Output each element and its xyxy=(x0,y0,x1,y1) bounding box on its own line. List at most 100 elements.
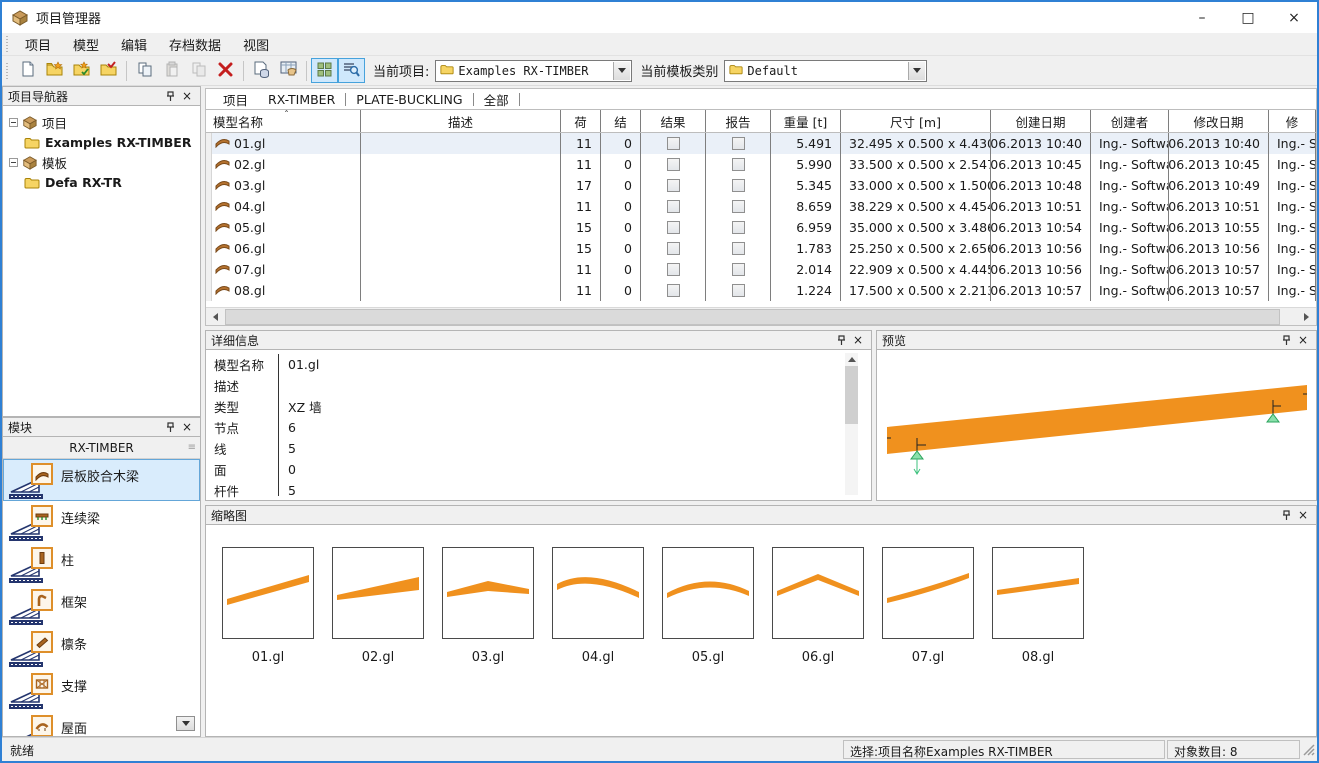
menu-edit[interactable]: 编辑 xyxy=(110,33,158,56)
edit-project-button[interactable] xyxy=(68,58,95,83)
template-category-combobox[interactable]: Default xyxy=(724,60,927,82)
pin-icon[interactable] xyxy=(834,333,850,347)
new-model-button[interactable] xyxy=(14,58,41,83)
thumbnail-item[interactable]: 05.gl xyxy=(653,547,763,665)
copy-special-button[interactable] xyxy=(185,58,212,83)
pin-icon[interactable] xyxy=(1279,333,1295,347)
report-checkbox[interactable] xyxy=(732,263,745,276)
thumbnail-image[interactable] xyxy=(332,547,424,639)
new-project-button[interactable] xyxy=(41,58,68,83)
scrollbar-thumb[interactable] xyxy=(845,366,858,424)
column-header-weight[interactable]: 重量 [t] xyxy=(771,110,841,132)
dropdown-arrow-icon[interactable] xyxy=(613,62,630,80)
collapse-icon[interactable] xyxy=(9,158,18,167)
results-checkbox[interactable] xyxy=(667,284,680,297)
column-header-load-cases[interactable]: 荷 xyxy=(561,110,601,132)
table-row[interactable]: 06.gl 15 0 1.783 25.250 x 0.500 x 2.656 … xyxy=(206,238,1316,259)
scroll-up-icon[interactable] xyxy=(845,353,858,365)
resize-grip[interactable] xyxy=(1301,742,1315,759)
menubar-grip[interactable] xyxy=(5,36,10,52)
column-header-created[interactable]: 创建日期 xyxy=(991,110,1091,132)
close-icon[interactable]: × xyxy=(1295,508,1311,522)
scroll-left-icon[interactable] xyxy=(207,309,224,325)
current-project-combobox[interactable]: Examples RX-TIMBER xyxy=(435,60,632,82)
module-glulam-beam[interactable]: 层板胶合木梁 xyxy=(3,459,200,501)
link-model-button[interactable] xyxy=(248,58,275,83)
report-checkbox[interactable] xyxy=(732,137,745,150)
column-header-modifier[interactable]: 修 xyxy=(1269,110,1316,132)
column-header-creator[interactable]: 创建者 xyxy=(1091,110,1169,132)
thumbnail-item[interactable]: 07.gl xyxy=(873,547,983,665)
table-row[interactable]: 04.gl 11 0 8.659 38.229 x 0.500 x 4.454 … xyxy=(206,196,1316,217)
horizontal-scrollbar[interactable] xyxy=(206,307,1316,325)
tree-node-projects[interactable]: 项目 xyxy=(3,112,200,132)
tree-node-templates[interactable]: 模板 xyxy=(3,152,200,172)
results-checkbox[interactable] xyxy=(667,158,680,171)
thumbnail-item[interactable]: 03.gl xyxy=(433,547,543,665)
thumbnail-item[interactable]: 04.gl xyxy=(543,547,653,665)
view-details-toggle[interactable] xyxy=(338,58,365,83)
module-bracing[interactable]: 支撑 xyxy=(3,669,200,711)
thumbnail-image[interactable] xyxy=(882,547,974,639)
thumbnail-image[interactable] xyxy=(552,547,644,639)
archive-button[interactable] xyxy=(275,58,302,83)
table-row[interactable]: 03.gl 17 0 5.345 33.000 x 0.500 x 1.500 … xyxy=(206,175,1316,196)
column-header-modified[interactable]: 修改日期 xyxy=(1169,110,1269,132)
thumbnail-image[interactable] xyxy=(222,547,314,639)
close-icon[interactable]: × xyxy=(179,89,195,103)
module-roof[interactable]: 屋面 xyxy=(3,711,200,737)
module-purlin[interactable]: 檩条 xyxy=(3,627,200,669)
results-checkbox[interactable] xyxy=(667,242,680,255)
pin-icon[interactable] xyxy=(1279,508,1295,522)
column-header-results[interactable]: 结果 xyxy=(641,110,706,132)
view-thumbnails-toggle[interactable] xyxy=(311,58,338,83)
thumbnail-item[interactable]: 08.gl xyxy=(983,547,1093,665)
scrollbar-thumb[interactable] xyxy=(225,309,1280,325)
module-continuous-beam[interactable]: 连续梁 xyxy=(3,501,200,543)
table-row[interactable]: 07.gl 11 0 2.014 22.909 x 0.500 x 4.445 … xyxy=(206,259,1316,280)
preview-canvas[interactable] xyxy=(876,350,1317,501)
thumbnail-item[interactable]: 01.gl xyxy=(213,547,323,665)
thumbnail-image[interactable] xyxy=(442,547,534,639)
tree-node-examples-rx-timber[interactable]: Examples RX-TIMBER xyxy=(3,132,200,152)
menu-project[interactable]: 项目 xyxy=(14,33,62,56)
column-header-size[interactable]: 尺寸 [m] xyxy=(841,110,991,132)
column-header-description[interactable]: 描述 xyxy=(361,110,561,132)
scroll-right-icon[interactable] xyxy=(1298,309,1315,325)
results-checkbox[interactable] xyxy=(667,200,680,213)
report-checkbox[interactable] xyxy=(732,242,745,255)
thumbnail-image[interactable] xyxy=(772,547,864,639)
close-icon[interactable]: × xyxy=(850,333,866,347)
maximize-button[interactable]: □ xyxy=(1225,2,1271,33)
dropdown-arrow-icon[interactable] xyxy=(908,62,925,80)
tab-plate-buckling[interactable]: PLATE-BUCKLING xyxy=(346,91,472,108)
results-checkbox[interactable] xyxy=(667,179,680,192)
close-button[interactable]: × xyxy=(1271,2,1317,33)
pin-icon[interactable] xyxy=(163,420,179,434)
thumbnail-image[interactable] xyxy=(992,547,1084,639)
menu-view[interactable]: 视图 xyxy=(232,33,280,56)
menu-archive-data[interactable]: 存档数据 xyxy=(158,33,232,56)
menu-model[interactable]: 模型 xyxy=(62,33,110,56)
report-checkbox[interactable] xyxy=(732,179,745,192)
delete-button[interactable] xyxy=(212,58,239,83)
table-row[interactable]: 02.gl 11 0 5.990 33.500 x 0.500 x 2.547 … xyxy=(206,154,1316,175)
paste-button[interactable] xyxy=(158,58,185,83)
tab-rx-timber[interactable]: RX-TIMBER xyxy=(258,91,345,108)
collapse-icon[interactable] xyxy=(9,118,18,127)
results-checkbox[interactable] xyxy=(667,263,680,276)
copy-button[interactable] xyxy=(131,58,158,83)
close-icon[interactable]: × xyxy=(1295,333,1311,347)
report-checkbox[interactable] xyxy=(732,158,745,171)
module-group-rx-timber[interactable]: RX-TIMBER ≡ xyxy=(3,437,200,459)
close-icon[interactable]: × xyxy=(179,420,195,434)
tab-project[interactable]: 项目 xyxy=(213,89,258,110)
report-checkbox[interactable] xyxy=(732,200,745,213)
results-checkbox[interactable] xyxy=(667,221,680,234)
thumbnail-item[interactable]: 02.gl xyxy=(323,547,433,665)
module-frame[interactable]: 框架 xyxy=(3,585,200,627)
toolbar-grip[interactable] xyxy=(5,63,10,79)
table-row[interactable]: 05.gl 15 0 6.959 35.000 x 0.500 x 3.486 … xyxy=(206,217,1316,238)
vertical-scrollbar[interactable] xyxy=(845,353,858,495)
tree-node-default-template[interactable]: Defa RX-TR xyxy=(3,172,200,192)
